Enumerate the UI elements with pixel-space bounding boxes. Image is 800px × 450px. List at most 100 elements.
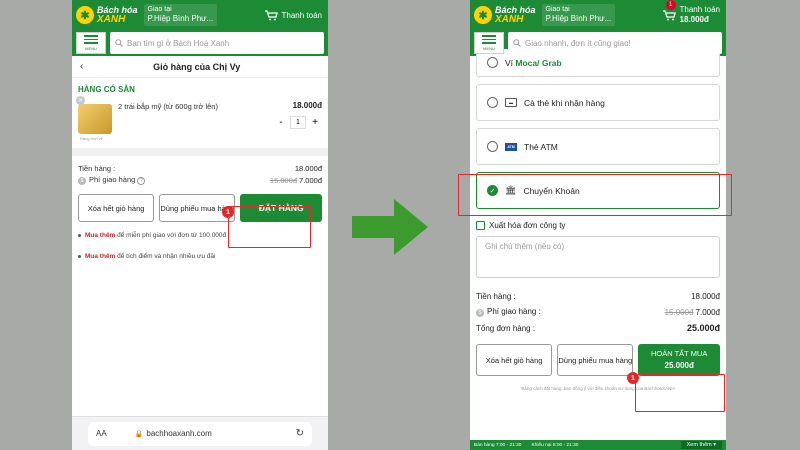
search-input[interactable]: Bạn tìm gì ở Bách Hoá Xanh <box>110 32 324 54</box>
wallet-brand: Moca/ Grab <box>515 57 562 68</box>
shipping-old-price: 15.000đ <box>664 307 694 317</box>
brand-logo[interactable]: ✱ Bách hóa XANH <box>474 5 536 25</box>
clear-cart-button[interactable]: Xóa hết giỏ hàng <box>476 344 553 376</box>
promo-note-text: để tích điểm và nhận nhiều ưu đãi <box>115 253 216 260</box>
logo-text-bottom: XANH <box>97 13 126 25</box>
clear-cart-button[interactable]: Xóa hết giỏ hàng <box>78 194 155 222</box>
menu-label: MENU <box>85 45 97 51</box>
atm-icon: ATM <box>505 142 517 151</box>
delivery-label: Giao tại <box>147 6 172 14</box>
cart-icon <box>662 9 676 21</box>
radio-button[interactable] <box>487 97 498 108</box>
search-placeholder: Bạn tìm gì ở Bách Hoá Xanh <box>127 38 230 48</box>
shipping-icon: $ <box>476 309 484 317</box>
cart-title-bar: ‹ Giỏ hàng của Chị Vy <box>72 56 328 78</box>
search-row: MENU Giao nhanh, đơn ít cũng giao! <box>470 30 726 56</box>
decrease-button[interactable]: - <box>274 117 288 128</box>
card-icon: ▬ <box>505 98 517 107</box>
complaint-hours: Khiếu nại 8:00 - 21:30 <box>531 442 579 448</box>
thumb-caption: Hàng mới về <box>80 136 103 141</box>
item-name[interactable]: 2 trái bắp mỹ (từ 600g trở lên) <box>118 98 268 144</box>
complete-purchase-label: HOÀN TẤT MUA <box>650 349 708 359</box>
checkout-button[interactable]: 1 Thanh toán 18.000đ <box>662 0 722 24</box>
shipping-old-price: 15.000đ <box>269 175 298 185</box>
text-size-button[interactable]: AA <box>96 429 107 438</box>
action-buttons: Xóa hết giỏ hàng Dùng phiếu mua hàng HOÀ… <box>470 336 726 376</box>
payment-option-cod-card[interactable]: ▬ Cà thẻ khi nhận hàng <box>476 84 720 121</box>
logo-icon: ✱ <box>474 6 492 24</box>
next-step-arrow-icon <box>352 199 428 255</box>
voucher-button[interactable]: Dùng phiếu mua hàng <box>557 344 634 376</box>
invoice-checkbox[interactable] <box>476 221 485 230</box>
payment-option-label: Thẻ ATM <box>524 141 558 152</box>
delivery-value: P.Hiệp Bình Phư... <box>545 14 612 24</box>
checkout-amount: 18.000đ <box>679 15 709 24</box>
total-label: Tổng đơn hàng : <box>476 323 536 333</box>
subtotal-label: Tiền hàng : <box>476 291 516 301</box>
highlight-place-order <box>228 206 311 248</box>
increase-button[interactable]: + <box>308 117 322 128</box>
delivery-location[interactable]: Giao tại P.Hiệp Bình Phư... <box>541 4 616 26</box>
shipping-price: 7.000đ <box>299 175 322 185</box>
complete-purchase-button[interactable]: HOÀN TẤT MUA 25.000đ <box>638 344 720 376</box>
step-badge: 1 <box>222 206 234 218</box>
cart-summary: Tiền hàng : 18.000đ $ Phí giao hàng? 15.000… <box>72 156 328 186</box>
reload-icon[interactable]: ↻ <box>296 428 304 439</box>
invoice-label: Xuất hóa đơn công ty <box>489 221 566 230</box>
help-icon[interactable]: ? <box>137 177 146 185</box>
logo-text-bottom: XANH <box>495 13 524 25</box>
highlight-complete-purchase <box>635 374 725 412</box>
delivery-location[interactable]: Giao tại P.Hiệp Bình Phư... <box>143 4 218 26</box>
highlight-bank-transfer <box>458 174 732 216</box>
cart-count-badge: 1 <box>665 0 676 11</box>
wallet-prefix: Ví <box>505 57 514 68</box>
quantity-value[interactable]: 1 <box>290 116 306 129</box>
see-more-button[interactable]: Xem thêm ▾ <box>680 441 722 449</box>
shipping-icon: $ <box>78 177 86 185</box>
delivery-value: P.Hiệp Bình Phư... <box>147 14 214 24</box>
lock-icon: 🔒 <box>134 430 144 438</box>
step-badge: 1 <box>627 372 639 384</box>
radio-button[interactable] <box>487 57 498 68</box>
logo-icon: ✱ <box>76 6 94 24</box>
menu-label: MENU <box>483 45 495 51</box>
subtotal-label: Tiền hàng : <box>78 163 116 173</box>
checkout-label: Thanh toán <box>679 5 720 15</box>
checkout-button[interactable]: Thanh toán <box>264 9 324 21</box>
menu-button[interactable]: MENU <box>474 32 504 54</box>
subtotal-value: 18.000đ <box>294 163 322 173</box>
section-title: HÀNG CÓ SẴN <box>78 85 135 94</box>
search-icon <box>513 39 521 47</box>
promo-note-link[interactable]: Mua thêm <box>85 232 115 239</box>
page-title: Giỏ hàng của Chị Vy <box>153 61 241 72</box>
browser-url-bar: AA 🔒 bachhoaxanh.com ↻ <box>72 416 328 450</box>
payment-option-label: Cà thẻ khi nhận hàng <box>524 97 605 108</box>
search-icon <box>115 39 123 47</box>
search-input[interactable]: Giao nhanh, đơn ít cũng giao! <box>508 32 722 54</box>
sales-hours: Bán hàng 7:00 - 21:30 <box>474 442 522 448</box>
remove-item-icon[interactable]: ✕ <box>76 96 85 105</box>
cart-icon <box>264 9 278 21</box>
search-row: MENU Bạn tìm gì ở Bách Hoá Xanh <box>72 30 328 56</box>
menu-button[interactable]: MENU <box>76 32 106 54</box>
top-header: ✱ Bách hóa XANH Giao tại P.Hiệp Bình Phư.… <box>470 0 726 30</box>
checkout-label: Thanh toán <box>281 10 322 20</box>
item-thumbnail[interactable] <box>78 104 112 134</box>
complete-purchase-amount: 25.000đ <box>664 360 694 370</box>
quantity-stepper: - 1 + <box>274 116 322 129</box>
shipping-price: 7.000đ <box>695 307 720 317</box>
search-placeholder: Giao nhanh, đơn ít cũng giao! <box>525 38 631 48</box>
shipping-label: Phí giao hàng : <box>487 307 541 316</box>
url-text[interactable]: bachhoaxanh.com <box>146 429 211 438</box>
order-notes-field[interactable]: Ghi chú thêm (nếu có) <box>476 236 720 278</box>
total-value: 25.000đ <box>686 323 720 333</box>
payment-option-atm[interactable]: ATM Thẻ ATM <box>476 128 720 165</box>
divider <box>72 148 328 156</box>
delivery-label: Giao tại <box>545 6 570 14</box>
brand-logo[interactable]: ✱ Bách hóa XANH <box>76 5 138 25</box>
radio-button[interactable] <box>487 141 498 152</box>
item-price: 18.000đ <box>292 101 322 110</box>
top-header: ✱ Bách hóa XANH Giao tại P.Hiệp Bình Phư.… <box>72 0 328 30</box>
promo-note-link[interactable]: Mua thêm <box>85 253 115 260</box>
subtotal-value: 18.000đ <box>691 291 720 301</box>
